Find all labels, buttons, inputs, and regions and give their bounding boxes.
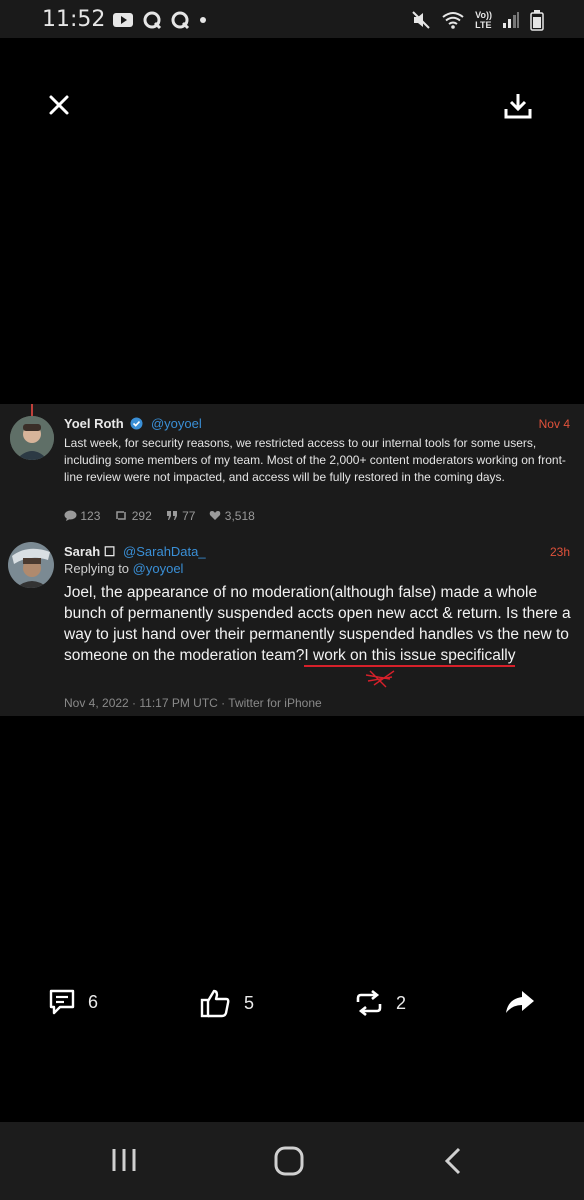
comments-button[interactable]: 6	[48, 988, 98, 1016]
comment-icon	[49, 989, 75, 1015]
replying-to: Replying to @yoyoel	[64, 561, 184, 576]
network-label-bottom: LTE	[475, 20, 492, 30]
share-button[interactable]	[504, 988, 536, 1016]
navigation-bar	[0, 1122, 584, 1200]
recent-apps-icon	[112, 1149, 136, 1171]
home-button[interactable]	[274, 1146, 304, 1181]
stat-retweets: 292	[114, 509, 152, 523]
reply-author: Sarah ☐ @SarahData_	[64, 544, 206, 560]
tweet-date: Nov 4	[538, 417, 570, 431]
network-label: Vo)) LTE	[475, 10, 492, 30]
q-app-icon	[143, 11, 162, 30]
home-icon	[274, 1146, 304, 1176]
status-bar: 11:52 Vo)) LTE	[0, 0, 584, 38]
verified-badge-icon	[130, 417, 143, 430]
download-icon	[504, 94, 532, 119]
network-label-top: Vo))	[475, 10, 492, 20]
reply-author-handle: @SarahData_	[123, 544, 206, 559]
thumbs-up-icon	[200, 989, 230, 1018]
back-chevron-icon	[444, 1147, 461, 1175]
author-handle: @yoyoel	[150, 416, 202, 431]
download-button[interactable]	[502, 90, 534, 122]
notification-icons	[112, 10, 208, 30]
author-name: Yoel Roth	[64, 416, 124, 431]
likes-count: 5	[244, 992, 255, 1013]
reply-text: Joel, the appearance of no moderation(al…	[64, 582, 574, 667]
system-icons: Vo)) LTE	[411, 8, 544, 32]
reply-meta: Nov 4, 2022 · 11:17 PM UTC · Twitter for…	[64, 696, 322, 710]
status-time: 11:52	[42, 7, 106, 32]
original-tweet: Yoel Roth @yoyoel Nov 4 Last week, for s…	[0, 404, 584, 532]
back-button[interactable]	[442, 1146, 464, 1181]
quote-icon	[166, 511, 177, 520]
tweet-screenshot-image[interactable]: Yoel Roth @yoyoel Nov 4 Last week, for s…	[0, 404, 584, 716]
stat-quotes: 77	[166, 509, 195, 523]
dot-icon	[200, 17, 206, 23]
signal-icon	[503, 12, 519, 28]
repost-button[interactable]: 2	[354, 988, 406, 1018]
close-icon	[49, 95, 69, 115]
stat-likes: 3,518	[209, 509, 255, 523]
reposts-count: 2	[396, 992, 407, 1013]
q-app-icon-2	[171, 11, 190, 30]
repost-icon	[356, 989, 382, 1017]
share-arrow-icon	[506, 991, 534, 1013]
comments-count: 6	[88, 991, 99, 1012]
heart-icon	[210, 511, 221, 520]
red-scribble-mark	[365, 670, 395, 688]
stat-replies: 123	[64, 509, 100, 523]
avatar	[10, 416, 54, 460]
like-button[interactable]: 5	[200, 988, 254, 1018]
tweet-text: Last week, for security reasons, we rest…	[64, 436, 566, 484]
underlined-highlight: I work on this issue specifically	[304, 647, 516, 667]
mute-icon	[412, 11, 430, 29]
retweet-icon	[116, 511, 127, 520]
recent-apps-button[interactable]	[110, 1146, 140, 1179]
reply-tweet: Sarah ☐ @SarahData_ 23h Replying to @yoy…	[0, 532, 584, 716]
replying-to-handle: @yoyoel	[132, 561, 184, 576]
youtube-notification-icon	[113, 13, 133, 27]
reply-date: 23h	[549, 545, 570, 559]
wifi-icon	[442, 12, 464, 29]
tweet-author: Yoel Roth @yoyoel	[64, 416, 202, 431]
battery-icon	[530, 10, 544, 31]
reply-icon	[64, 510, 77, 521]
reply-avatar	[8, 542, 54, 588]
close-button[interactable]	[44, 90, 74, 120]
tweet-stats: 123 292 77 3,518	[64, 509, 255, 523]
reply-author-name: Sarah ☐	[64, 544, 116, 559]
